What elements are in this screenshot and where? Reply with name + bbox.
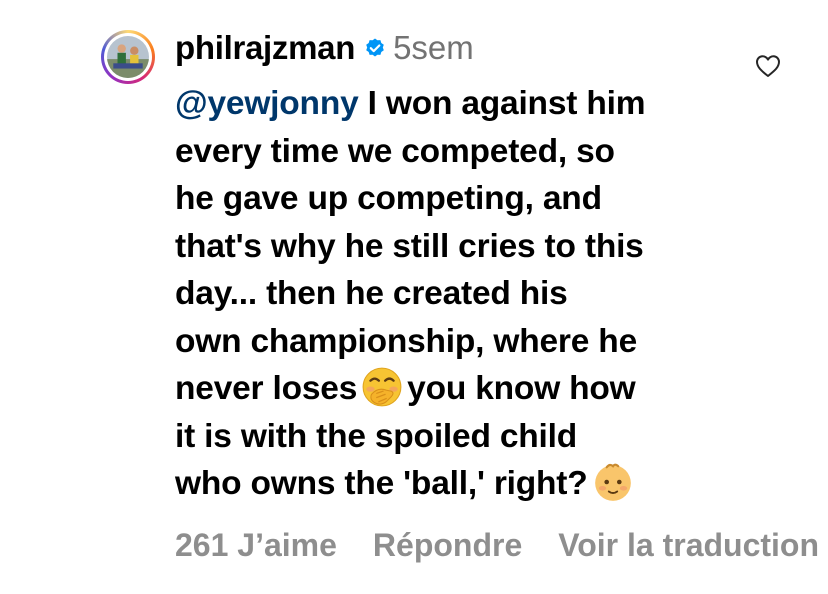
comment-line: day... then he created his [175,275,568,312]
reply-button[interactable]: Répondre [373,527,522,564]
comment-header: philrajzman 5sem [175,26,474,70]
avatar-photo [107,36,149,78]
avatar[interactable] [101,30,155,84]
baby-emoji [594,463,631,501]
username-link[interactable]: philrajzman [175,29,355,67]
comment-body: @yewjonny I won against him every time w… [175,80,735,508]
comment-line: he gave up competing, and [175,180,602,217]
mention-link[interactable]: @yewjonny [175,85,359,122]
comment-text: I won against him [358,85,646,122]
see-translation-link[interactable]: Voir la traduction [558,527,819,564]
comment-line: every time we competed, so [175,132,615,170]
comment-timestamp: 5sem [393,29,474,66]
likes-count-link[interactable]: 261 J’aime [175,527,337,564]
comment-text: never loses [175,370,358,407]
comment-line: that's why he still cries to this [175,227,644,265]
comment-line: it is with the spoiled child [175,417,578,455]
comment-text: you know how [407,370,636,407]
verified-badge-icon [366,38,384,57]
comment-actions: 261 J’aime Répondre Voir la traduction [175,522,828,568]
comment-text: who owns the 'ball,' right? [175,465,588,502]
heart-outline-icon[interactable] [755,54,781,78]
comment-line: who owns the 'ball,' right? [175,460,735,508]
comment-line: own championship, where he [175,322,638,360]
comment-line: @yewjonny I won against him [175,80,735,128]
avatar-ring [104,33,152,81]
comment-line: never loses you know how [175,365,735,413]
face-with-hand-over-mouth-emoji [362,367,402,407]
